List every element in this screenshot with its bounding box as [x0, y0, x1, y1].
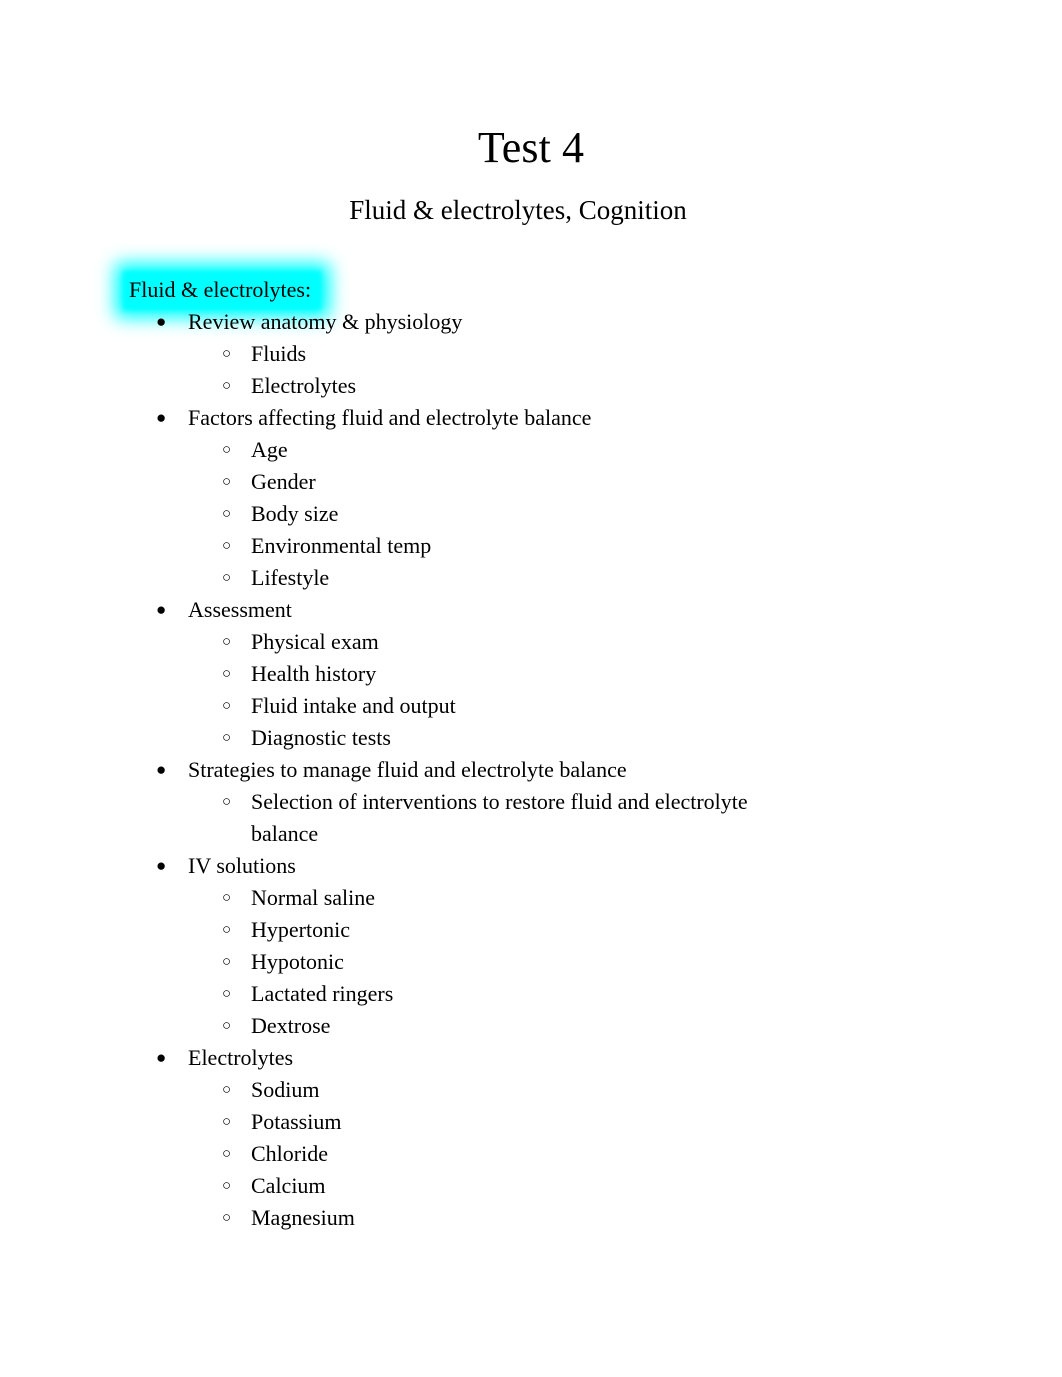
outline-item-label: Body size — [251, 501, 339, 526]
outline-item-level-2: ○ Physical exam — [0, 626, 1062, 658]
outline-item-level-2: ○ Gender — [0, 466, 1062, 498]
bullet-circle-icon: ○ — [222, 1114, 232, 1130]
bullet-circle-icon: ○ — [222, 666, 232, 682]
outline-item-label: Health history — [251, 661, 377, 686]
outline-item-level-2: ○ Dextrose — [0, 1010, 1062, 1042]
bullet-circle-icon: ○ — [222, 986, 232, 1002]
bullet-disc-icon: ● — [156, 600, 167, 619]
outline-item-level-2: ○ Chloride — [0, 1138, 1062, 1170]
bullet-circle-icon: ○ — [222, 570, 232, 586]
outline-item-level-1: ● Electrolytes — [0, 1042, 1062, 1074]
outline-item-level-2: ○ Normal saline — [0, 882, 1062, 914]
outline-item-level-2: ○ Hypotonic — [0, 946, 1062, 978]
section-heading-fluid-electrolytes: Fluid & electrolytes: — [115, 263, 331, 318]
bullet-circle-icon: ○ — [222, 698, 232, 714]
outline-item-level-2: ○ Body size — [0, 498, 1062, 530]
outline-item-label: Strategies to manage fluid and electroly… — [188, 757, 627, 782]
outline-item-label: IV solutions — [188, 853, 296, 878]
bullet-circle-icon: ○ — [222, 890, 232, 906]
outline-item-level-1: ● Strategies to manage fluid and electrol… — [0, 754, 1062, 786]
outline-item-level-1: ● IV solutions — [0, 850, 1062, 882]
outline-item-level-2: ○ Potassium — [0, 1106, 1062, 1138]
outline-item-label: Selection of interventions to restore fl… — [251, 789, 748, 846]
outline-item-label: Fluids — [251, 341, 307, 366]
outline-item-level-2: ○ Fluids — [0, 338, 1062, 370]
outline-item-label: Hypotonic — [251, 949, 344, 974]
outline-item-level-1: ● Review anatomy & physiology — [0, 306, 1062, 338]
bullet-disc-icon: ● — [156, 312, 167, 331]
outline-item-level-2: ○ Lactated ringers — [0, 978, 1062, 1010]
bullet-circle-icon: ○ — [222, 378, 232, 394]
outline-item-label: Electrolytes — [188, 1045, 294, 1070]
bullet-disc-icon: ● — [156, 760, 167, 779]
outline-item-level-2: ○ Lifestyle — [0, 562, 1062, 594]
bullet-circle-icon: ○ — [222, 634, 232, 650]
outline-item-label: Factors affecting fluid and electrolyte … — [188, 405, 592, 430]
page-title: Test 4 — [477, 123, 585, 172]
outline-item-label: Chloride — [251, 1141, 328, 1166]
outline-item-label: Lactated ringers — [251, 981, 394, 1006]
outline-item-label: Calcium — [251, 1173, 326, 1198]
outline-item-label: Diagnostic tests — [251, 725, 391, 750]
outline-item-level-2: ○ Selection of interventions to restore f… — [0, 786, 1062, 850]
outline-item-level-2: ○ Age — [0, 434, 1062, 466]
bullet-circle-icon: ○ — [222, 538, 232, 554]
outline-item-level-2: ○ Health history — [0, 658, 1062, 690]
outline-item-label: Sodium — [251, 1077, 320, 1102]
outline-item-level-2: ○ Diagnostic tests — [0, 722, 1062, 754]
bullet-circle-icon: ○ — [222, 922, 232, 938]
outline-item-level-2: ○ Electrolytes — [0, 370, 1062, 402]
page-subtitle: Fluid & electrolytes, Cognition — [349, 195, 687, 225]
outline-item-level-1: ● Assessment — [0, 594, 1062, 626]
outline-item-label: Normal saline — [251, 885, 376, 910]
outline-item-label: Gender — [251, 469, 316, 494]
outline-item-level-2: ○ Calcium — [0, 1170, 1062, 1202]
outline-item-label: Magnesium — [251, 1205, 355, 1230]
outline-item-level-2: ○ Environmental temp — [0, 530, 1062, 562]
bullet-circle-icon: ○ — [222, 1146, 232, 1162]
outline-list: ● Review anatomy & physiology ○ Fluids ○ Elec… — [0, 306, 1062, 1234]
bullet-disc-icon: ● — [156, 1048, 167, 1067]
outline-item-level-2: ○ Fluid intake and output — [0, 690, 1062, 722]
bullet-circle-icon: ○ — [222, 474, 232, 490]
bullet-circle-icon: ○ — [222, 1018, 232, 1034]
outline-item-level-1: ● Factors affecting fluid and electrolyte… — [0, 402, 1062, 434]
outline-item-label: Fluid intake and output — [251, 693, 456, 718]
outline-item-label: Environmental temp — [251, 533, 432, 558]
bullet-circle-icon: ○ — [222, 1178, 232, 1194]
outline-item-label: Age — [251, 437, 288, 462]
outline-item-label: Assessment — [188, 597, 292, 622]
outline-item-level-2: ○ Magnesium — [0, 1202, 1062, 1234]
bullet-circle-icon: ○ — [222, 1082, 232, 1098]
section-heading-label: Fluid & electrolytes: — [129, 277, 312, 302]
outline-item-label: Review anatomy & physiology — [188, 309, 463, 334]
outline-item-level-2: ○ Hypertonic — [0, 914, 1062, 946]
outline-item-label: Lifestyle — [251, 565, 330, 590]
outline-item-label: Potassium — [251, 1109, 342, 1134]
bullet-disc-icon: ● — [156, 856, 167, 875]
outline-item-level-2: ○ Sodium — [0, 1074, 1062, 1106]
outline-item-label: Physical exam — [251, 629, 379, 654]
bullet-disc-icon: ● — [156, 408, 167, 427]
bullet-circle-icon: ○ — [222, 346, 232, 362]
highlighted-heading-wrapper: Fluid & electrolytes: — [115, 263, 331, 318]
bullet-circle-icon: ○ — [222, 442, 232, 458]
bullet-circle-icon: ○ — [222, 794, 232, 810]
bullet-circle-icon: ○ — [222, 954, 232, 970]
bullet-circle-icon: ○ — [222, 1210, 232, 1226]
bullet-circle-icon: ○ — [222, 730, 232, 746]
outline-item-label: Hypertonic — [251, 917, 350, 942]
outline-item-label: Dextrose — [251, 1013, 331, 1038]
bullet-circle-icon: ○ — [222, 506, 232, 522]
outline-item-label: Electrolytes — [251, 373, 357, 398]
document-page: Test 4 Fluid & electrolytes, Cognition F… — [0, 0, 1062, 1377]
